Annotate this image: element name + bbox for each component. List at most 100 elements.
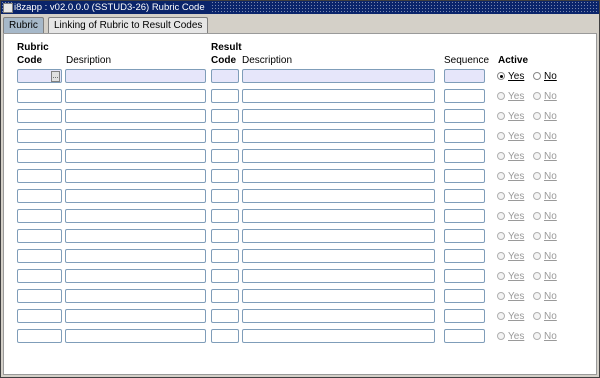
result-description-field[interactable] (242, 269, 435, 283)
description-field[interactable] (65, 209, 206, 223)
rubric-code-field[interactable] (17, 309, 62, 323)
active-yes-radio[interactable] (497, 192, 505, 200)
active-yes-radio[interactable] (497, 112, 505, 120)
active-yes-radio[interactable] (497, 292, 505, 300)
active-yes-radio[interactable] (497, 312, 505, 320)
result-code-field[interactable] (211, 69, 239, 83)
active-no-radio[interactable] (533, 192, 541, 200)
sequence-field[interactable] (444, 209, 485, 223)
result-code-field[interactable] (211, 249, 239, 263)
active-no-radio[interactable] (533, 332, 541, 340)
rubric-code-field[interactable] (17, 289, 62, 303)
rubric-code-field[interactable] (17, 109, 62, 123)
sequence-field[interactable] (444, 329, 485, 343)
description-field[interactable] (65, 269, 206, 283)
sequence-field[interactable] (444, 309, 485, 323)
result-description-field[interactable] (242, 309, 435, 323)
sequence-field[interactable] (444, 289, 485, 303)
sequence-field[interactable] (444, 169, 485, 183)
active-no-radio[interactable] (533, 172, 541, 180)
result-description-field[interactable] (242, 189, 435, 203)
description-field[interactable] (65, 129, 206, 143)
description-field[interactable] (65, 309, 206, 323)
description-field[interactable] (65, 329, 206, 343)
tab-linking-rubric-result-codes[interactable]: Linking of Rubric to Result Codes (48, 17, 209, 33)
active-yes-radio[interactable] (497, 72, 505, 80)
sequence-field[interactable] (444, 149, 485, 163)
active-yes-radio[interactable] (497, 272, 505, 280)
result-description-field[interactable] (242, 249, 435, 263)
active-yes-radio[interactable] (497, 332, 505, 340)
result-code-field[interactable] (211, 169, 239, 183)
result-code-field[interactable] (211, 309, 239, 323)
active-yes-radio[interactable] (497, 172, 505, 180)
active-no-radio[interactable] (533, 92, 541, 100)
result-description-field[interactable] (242, 149, 435, 163)
active-no-radio[interactable] (533, 152, 541, 160)
description-field[interactable] (65, 109, 206, 123)
active-no-radio[interactable] (533, 212, 541, 220)
result-description-field[interactable] (242, 109, 435, 123)
active-no-radio[interactable] (533, 112, 541, 120)
sequence-field[interactable] (444, 229, 485, 243)
active-no-radio[interactable] (533, 292, 541, 300)
result-description-field[interactable] (242, 289, 435, 303)
active-no-radio[interactable] (533, 72, 541, 80)
result-code-field[interactable] (211, 329, 239, 343)
result-code-field[interactable] (211, 89, 239, 103)
active-yes-radio[interactable] (497, 212, 505, 220)
result-code-field[interactable] (211, 109, 239, 123)
rubric-code-field[interactable] (17, 269, 62, 283)
sequence-field[interactable] (444, 189, 485, 203)
active-yes-radio[interactable] (497, 92, 505, 100)
active-yes-radio[interactable] (497, 152, 505, 160)
rubric-code-field[interactable] (17, 149, 62, 163)
active-no-radio[interactable] (533, 272, 541, 280)
tab-rubric[interactable]: Rubric (3, 17, 44, 33)
rubric-code-field[interactable] (17, 89, 62, 103)
active-yes-radio[interactable] (497, 232, 505, 240)
description-field[interactable] (65, 169, 206, 183)
rubric-code-field[interactable] (17, 229, 62, 243)
lookup-button[interactable]: ... (51, 70, 60, 82)
sequence-field[interactable] (444, 109, 485, 123)
result-description-field[interactable] (242, 169, 435, 183)
result-description-field[interactable] (242, 89, 435, 103)
description-field[interactable] (65, 189, 206, 203)
active-no-radio[interactable] (533, 312, 541, 320)
result-code-field[interactable] (211, 229, 239, 243)
result-code-field[interactable] (211, 149, 239, 163)
description-field[interactable] (65, 149, 206, 163)
active-no-radio[interactable] (533, 132, 541, 140)
description-field[interactable] (65, 89, 206, 103)
description-field[interactable] (65, 289, 206, 303)
rubric-code-field[interactable] (17, 329, 62, 343)
rubric-code-field[interactable] (17, 249, 62, 263)
description-field[interactable] (65, 69, 206, 83)
active-yes-radio[interactable] (497, 132, 505, 140)
rubric-code-field[interactable] (17, 189, 62, 203)
rubric-code-field[interactable] (17, 129, 62, 143)
active-yes-radio[interactable] (497, 252, 505, 260)
result-description-field[interactable] (242, 209, 435, 223)
title-bar[interactable]: i8zapp : v02.0.0.0 (SSTUD3-26) Rubric Co… (1, 1, 599, 14)
result-code-field[interactable] (211, 209, 239, 223)
sequence-field[interactable] (444, 249, 485, 263)
rubric-code-field[interactable] (17, 169, 62, 183)
sequence-field[interactable] (444, 69, 485, 83)
sequence-field[interactable] (444, 89, 485, 103)
result-description-field[interactable] (242, 329, 435, 343)
result-description-field[interactable] (242, 229, 435, 243)
active-no-radio[interactable] (533, 252, 541, 260)
result-code-field[interactable] (211, 269, 239, 283)
rubric-code-field[interactable] (17, 209, 62, 223)
result-code-field[interactable] (211, 129, 239, 143)
description-field[interactable] (65, 229, 206, 243)
result-code-field[interactable] (211, 289, 239, 303)
result-code-field[interactable] (211, 189, 239, 203)
active-no-radio[interactable] (533, 232, 541, 240)
result-description-field[interactable] (242, 69, 435, 83)
sequence-field[interactable] (444, 129, 485, 143)
result-description-field[interactable] (242, 129, 435, 143)
sequence-field[interactable] (444, 269, 485, 283)
